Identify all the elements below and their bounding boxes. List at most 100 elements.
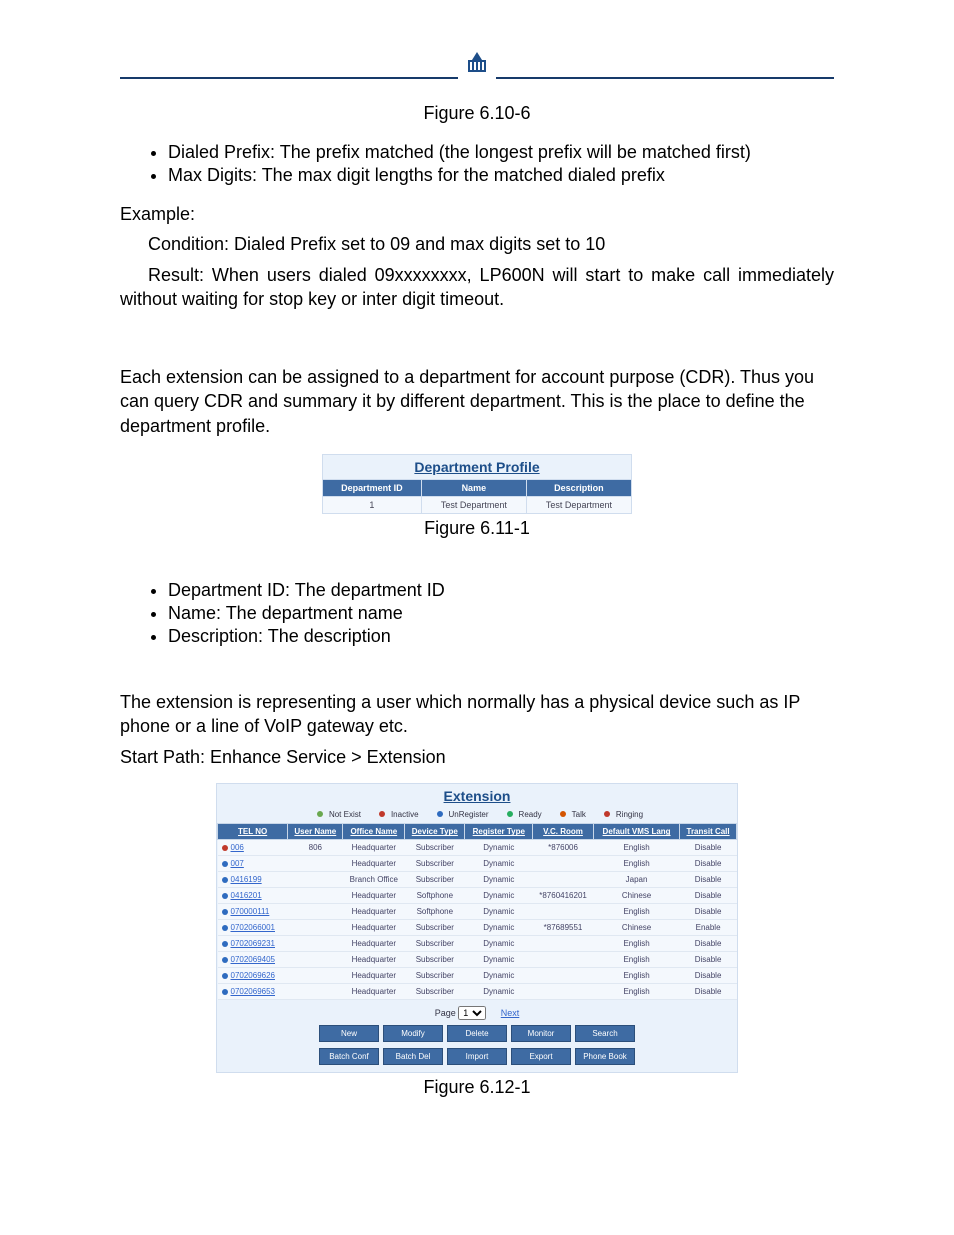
cell: English xyxy=(593,936,679,952)
tel-cell: 006 xyxy=(218,840,288,856)
cell: Subscriber xyxy=(405,872,465,888)
legend-item: Not Exist xyxy=(311,810,361,819)
tel-cell: 007 xyxy=(218,856,288,872)
col-header[interactable]: User Name xyxy=(288,824,343,840)
batch-del-button[interactable]: Batch Del xyxy=(383,1048,443,1065)
col-header[interactable]: Device Type xyxy=(405,824,465,840)
batch-conf-button[interactable]: Batch Conf xyxy=(319,1048,379,1065)
legend-item: Ready xyxy=(501,810,542,819)
col-header[interactable]: Transit Call xyxy=(680,824,737,840)
button-row-2: Batch ConfBatch DelImportExportPhone Boo… xyxy=(217,1045,737,1068)
pager-next-link[interactable]: Next xyxy=(501,1008,520,1018)
tel-link[interactable]: 0702069405 xyxy=(231,955,276,964)
status-dot-icon xyxy=(507,811,513,817)
cell: Disable xyxy=(680,840,737,856)
table-row: 0416201HeadquarterSoftphoneDynamic*87604… xyxy=(218,888,737,904)
cell: Headquarter xyxy=(343,888,405,904)
tel-link[interactable]: 0416199 xyxy=(231,875,262,884)
cell: 1 xyxy=(323,497,422,514)
cell: Disable xyxy=(680,968,737,984)
list-item: Name: The department name xyxy=(168,603,834,624)
cell: Dynamic xyxy=(465,920,533,936)
modify-button[interactable]: Modify xyxy=(383,1025,443,1042)
export-button[interactable]: Export xyxy=(511,1048,571,1065)
col-header[interactable]: Name xyxy=(421,480,526,497)
tel-link[interactable]: 0702069231 xyxy=(231,939,276,948)
status-dot-icon xyxy=(222,845,228,851)
cell: Headquarter xyxy=(343,952,405,968)
col-header[interactable]: Office Name xyxy=(343,824,405,840)
col-header[interactable]: TEL NO xyxy=(218,824,288,840)
table-row: 0702069626HeadquarterSubscriberDynamicEn… xyxy=(218,968,737,984)
cell xyxy=(533,872,594,888)
cell: Enable xyxy=(680,920,737,936)
table-row: 0702069653HeadquarterSubscriberDynamicEn… xyxy=(218,984,737,1000)
tel-link[interactable]: 0702066001 xyxy=(231,923,276,932)
tel-link[interactable]: 007 xyxy=(231,859,244,868)
figure-caption-3: Figure 6.12-1 xyxy=(120,1077,834,1098)
new-button[interactable]: New xyxy=(319,1025,379,1042)
tel-link[interactable]: 0416201 xyxy=(231,891,262,900)
cell: Softphone xyxy=(405,904,465,920)
search-button[interactable]: Search xyxy=(575,1025,635,1042)
list-item: Department ID: The department ID xyxy=(168,580,834,601)
tel-link[interactable]: 0702069653 xyxy=(231,987,276,996)
col-header[interactable]: Description xyxy=(526,480,631,497)
monitor-button[interactable]: Monitor xyxy=(511,1025,571,1042)
cell: Headquarter xyxy=(343,840,405,856)
cell: Subscriber xyxy=(405,952,465,968)
cell: English xyxy=(593,984,679,1000)
cell: Branch Office xyxy=(343,872,405,888)
import-button[interactable]: Import xyxy=(447,1048,507,1065)
col-header[interactable]: Register Type xyxy=(465,824,533,840)
status-dot-icon xyxy=(317,811,323,817)
status-dot-icon xyxy=(222,861,228,867)
pager: Page 1 Next xyxy=(217,1000,737,1022)
tel-link[interactable]: 006 xyxy=(231,843,244,852)
tel-link[interactable]: 070000111 xyxy=(231,907,270,916)
table-row: 0702066001HeadquarterSubscriberDynamic*8… xyxy=(218,920,737,936)
table-row: 070000111HeadquarterSoftphoneDynamicEngl… xyxy=(218,904,737,920)
dept-title: Department Profile xyxy=(322,454,632,479)
cell xyxy=(288,936,343,952)
cell: Dynamic xyxy=(465,888,533,904)
example-result: Result: When users dialed 09xxxxxxxx, LP… xyxy=(120,263,834,312)
cell: Disable xyxy=(680,984,737,1000)
col-header[interactable]: V.C. Room xyxy=(533,824,594,840)
pager-select[interactable]: 1 xyxy=(458,1006,486,1020)
bullet-list-1: Dialed Prefix: The prefix matched (the l… xyxy=(120,142,834,186)
delete-button[interactable]: Delete xyxy=(447,1025,507,1042)
col-header[interactable]: Default VMS Lang xyxy=(593,824,679,840)
cell: Dynamic xyxy=(465,904,533,920)
table-row: 0702069405HeadquarterSubscriberDynamicEn… xyxy=(218,952,737,968)
cell: Headquarter xyxy=(343,984,405,1000)
cell: Disable xyxy=(680,904,737,920)
cell: Disable xyxy=(680,936,737,952)
cell: Dynamic xyxy=(465,856,533,872)
phone-book-button[interactable]: Phone Book xyxy=(575,1048,635,1065)
cell: Disable xyxy=(680,888,737,904)
cell xyxy=(288,984,343,1000)
cell: Test Department xyxy=(526,497,631,514)
cell: Chinese xyxy=(593,920,679,936)
status-dot-icon xyxy=(222,909,228,915)
cell xyxy=(533,936,594,952)
col-header[interactable]: Department ID xyxy=(323,480,422,497)
cell: Dynamic xyxy=(465,840,533,856)
cell xyxy=(533,984,594,1000)
table-row: 006806HeadquarterSubscriberDynamic*87600… xyxy=(218,840,737,856)
status-dot-icon xyxy=(222,989,228,995)
tel-cell: 0702066001 xyxy=(218,920,288,936)
tel-link[interactable]: 0702069626 xyxy=(231,971,276,980)
status-dot-icon xyxy=(437,811,443,817)
cell: English xyxy=(593,952,679,968)
cell: Test Department xyxy=(421,497,526,514)
cell: Disable xyxy=(680,872,737,888)
figure-caption-2: Figure 6.11-1 xyxy=(120,518,834,539)
cell: Chinese xyxy=(593,888,679,904)
cell: Dynamic xyxy=(465,872,533,888)
cell: English xyxy=(593,968,679,984)
cell xyxy=(533,968,594,984)
extension-widget: Extension Not ExistInactiveUnRegisterRea… xyxy=(216,783,738,1074)
cell: Headquarter xyxy=(343,904,405,920)
